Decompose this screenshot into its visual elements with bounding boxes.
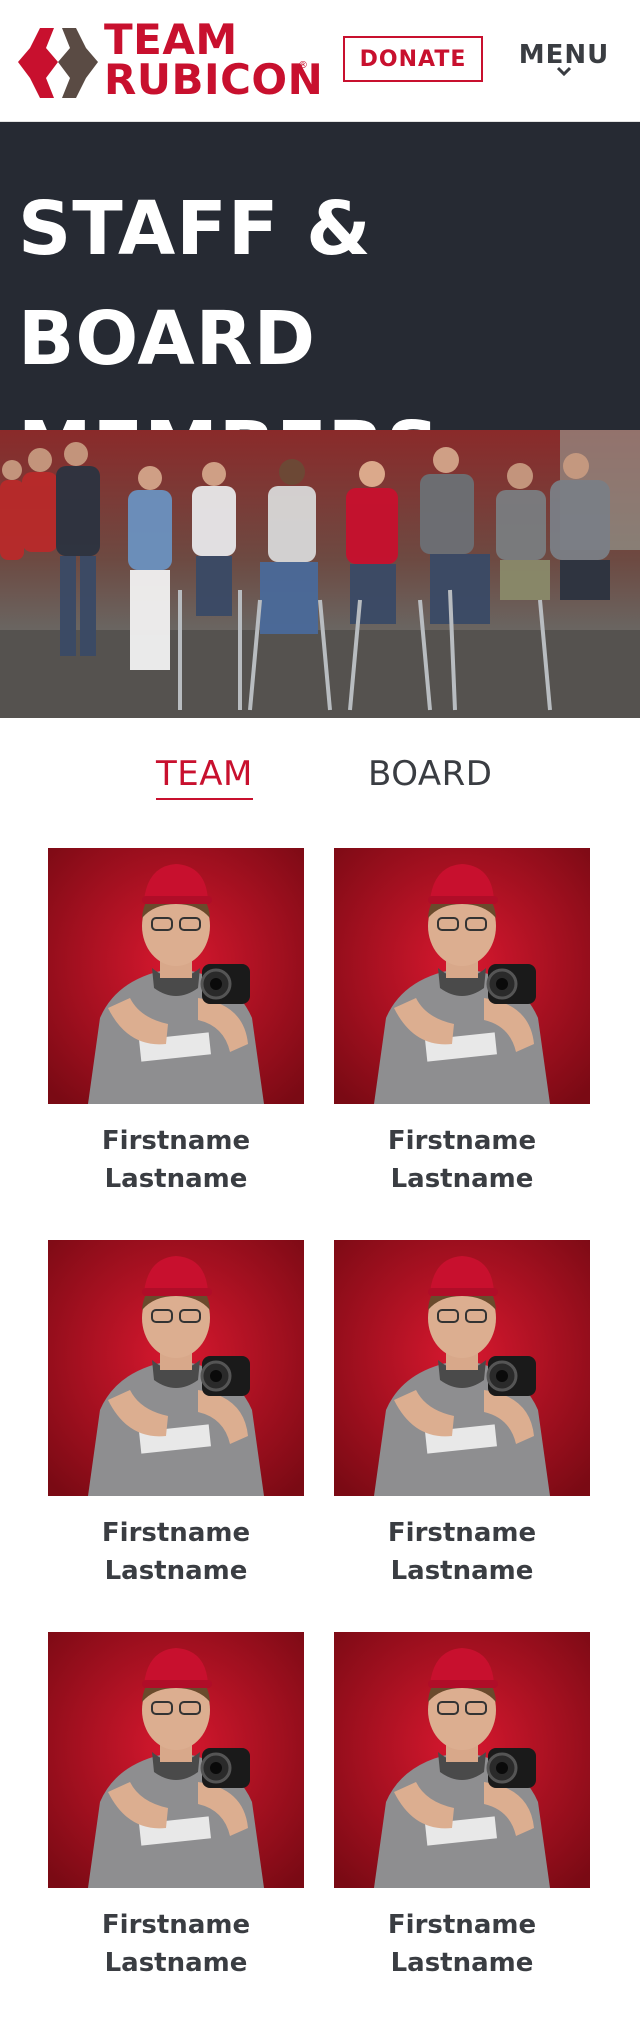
member-first-name: Firstname xyxy=(101,1910,251,1940)
member-photo xyxy=(48,1632,304,1888)
tab-board[interactable]: BOARD xyxy=(368,754,492,794)
member-first-name: Firstname xyxy=(101,1126,251,1156)
member-name: Firstname Lastname xyxy=(334,1906,590,1982)
member-name: Firstname Lastname xyxy=(334,1514,590,1590)
hero-banner: STAFF & BOARD MEMBERS xyxy=(0,122,640,492)
member-last-name: Lastname xyxy=(104,1556,248,1586)
member-last-name: Lastname xyxy=(390,1948,534,1978)
member-first-name: Firstname xyxy=(387,1126,537,1156)
active-tab-underline xyxy=(156,798,253,800)
member-first-name: Firstname xyxy=(387,1518,537,1548)
member-photo xyxy=(48,848,304,1104)
member-photo xyxy=(334,1240,590,1496)
tab-team-label: TEAM xyxy=(156,754,253,794)
member-portrait-image xyxy=(48,1240,304,1496)
site-header: TEAM RUBICON ® DONATE MENU xyxy=(0,0,640,122)
member-first-name: Firstname xyxy=(387,1910,537,1940)
member-last-name: Lastname xyxy=(104,1948,248,1978)
member-name: Firstname Lastname xyxy=(48,1906,304,1982)
member-portrait-image xyxy=(334,848,590,1104)
logo-line-1: TEAM xyxy=(104,15,238,64)
registered-mark: ® xyxy=(298,60,308,71)
donate-button[interactable]: DONATE xyxy=(343,36,483,82)
staff-board-tabs: TEAM BOARD xyxy=(0,754,640,814)
member-portrait-image xyxy=(48,1632,304,1888)
member-photo xyxy=(334,1632,590,1888)
member-name: Firstname Lastname xyxy=(334,1122,590,1198)
logo-wordmark: TEAM RUBICON xyxy=(104,15,324,104)
logo-line-2: RUBICON xyxy=(104,55,324,104)
tab-board-label: BOARD xyxy=(368,754,493,794)
rubicon-logo-mark-icon xyxy=(18,28,98,98)
member-last-name: Lastname xyxy=(390,1164,534,1194)
member-name: Firstname Lastname xyxy=(48,1122,304,1198)
member-last-name: Lastname xyxy=(104,1164,248,1194)
member-first-name: Firstname xyxy=(101,1518,251,1548)
staff-group-photo xyxy=(0,430,640,718)
member-photo xyxy=(48,1240,304,1496)
member-portrait-image xyxy=(334,1632,590,1888)
member-photo xyxy=(334,848,590,1104)
menu-label: MENU xyxy=(518,40,610,70)
member-portrait-image xyxy=(334,1240,590,1496)
menu-button[interactable]: MENU xyxy=(514,40,614,90)
member-last-name: Lastname xyxy=(390,1556,534,1586)
team-rubicon-logo[interactable]: TEAM RUBICON ® xyxy=(18,19,323,106)
tab-team[interactable]: TEAM xyxy=(156,754,253,800)
member-portrait-image xyxy=(48,848,304,1104)
group-photo-image xyxy=(0,430,640,718)
member-name: Firstname Lastname xyxy=(48,1514,304,1590)
